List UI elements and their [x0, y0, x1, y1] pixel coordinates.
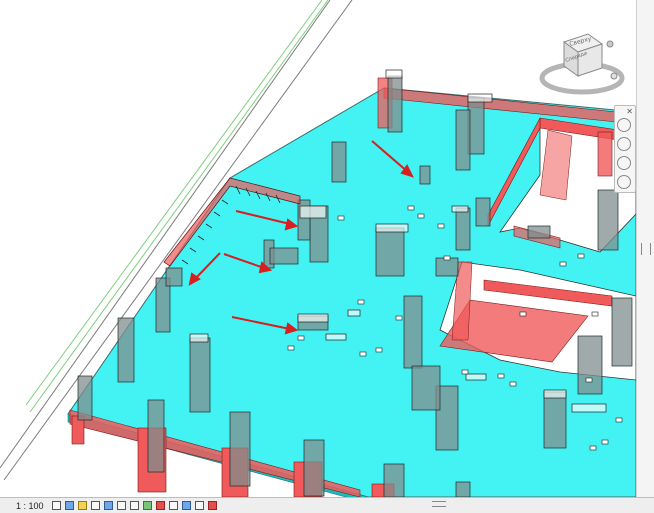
column: [411, 365, 441, 411]
column: [303, 439, 325, 497]
column-cap: [467, 93, 493, 103]
show-crop-icon[interactable]: [116, 501, 126, 510]
column: [597, 189, 619, 251]
column: [577, 335, 603, 395]
highlight-displacement-icon[interactable]: [194, 501, 204, 510]
column-cap: [325, 333, 347, 341]
column-cap: [465, 373, 487, 381]
column-cap: [571, 403, 607, 413]
scrollbar-grip[interactable]: [641, 243, 651, 255]
column: [165, 267, 183, 287]
viewcube-graphic[interactable]: Сверху Спереди: [536, 30, 628, 104]
column-cap: [451, 205, 469, 213]
column-cap: [299, 205, 327, 219]
column-cap: [347, 309, 361, 317]
viewcube[interactable]: Сверху Спереди: [536, 30, 628, 104]
constraints-icon[interactable]: [207, 501, 217, 510]
column: [455, 109, 471, 171]
home-icon: [606, 40, 614, 48]
column-cap: [189, 333, 209, 343]
view-control-bar: 1 : 100: [0, 497, 654, 513]
column: [455, 481, 471, 497]
column: [435, 257, 459, 277]
column: [331, 141, 347, 183]
column: [387, 75, 403, 133]
navigation-bar: ✕: [614, 105, 636, 193]
column: [419, 165, 431, 185]
column: [455, 207, 471, 251]
column: [403, 295, 423, 369]
detail-level-icon[interactable]: [51, 501, 61, 510]
column: [375, 227, 405, 277]
column: [543, 391, 567, 449]
column-cap: [297, 313, 329, 323]
column: [147, 399, 165, 473]
column: [527, 225, 551, 239]
column: [117, 317, 135, 383]
column: [467, 97, 485, 155]
vertical-scrollbar[interactable]: [636, 0, 654, 497]
crop-view-icon[interactable]: [103, 501, 113, 510]
temp-view-props-icon[interactable]: [168, 501, 178, 510]
column: [229, 411, 251, 487]
sun-path-icon[interactable]: [77, 501, 87, 510]
column-cap: [375, 223, 409, 233]
visual-style-icon[interactable]: [64, 501, 74, 510]
column-base: [597, 131, 613, 177]
column: [383, 463, 405, 497]
column: [269, 247, 299, 265]
column-cap: [543, 389, 567, 399]
column-cap: [385, 69, 403, 79]
unlock-3d-icon[interactable]: [129, 501, 139, 510]
shadows-icon[interactable]: [90, 501, 100, 510]
pan-icon[interactable]: [617, 156, 631, 170]
temporary-hide-icon[interactable]: [142, 501, 152, 510]
column: [475, 197, 491, 227]
orbit-icon[interactable]: [617, 175, 631, 189]
analytical-model-icon[interactable]: [181, 501, 191, 510]
zoom-icon[interactable]: [617, 137, 631, 151]
column: [611, 297, 633, 367]
reveal-hidden-icon[interactable]: [155, 501, 165, 510]
column: [189, 337, 211, 413]
column: [77, 375, 93, 421]
steering-wheel-icon[interactable]: [617, 118, 631, 132]
viewcube-menu-icon: [610, 72, 618, 80]
view-scale[interactable]: 1 : 100: [0, 501, 50, 511]
3d-viewport[interactable]: Сверху Спереди ✕: [0, 0, 637, 497]
close-icon[interactable]: ✕: [626, 107, 633, 116]
horizontal-scroll-grip[interactable]: [432, 501, 446, 507]
